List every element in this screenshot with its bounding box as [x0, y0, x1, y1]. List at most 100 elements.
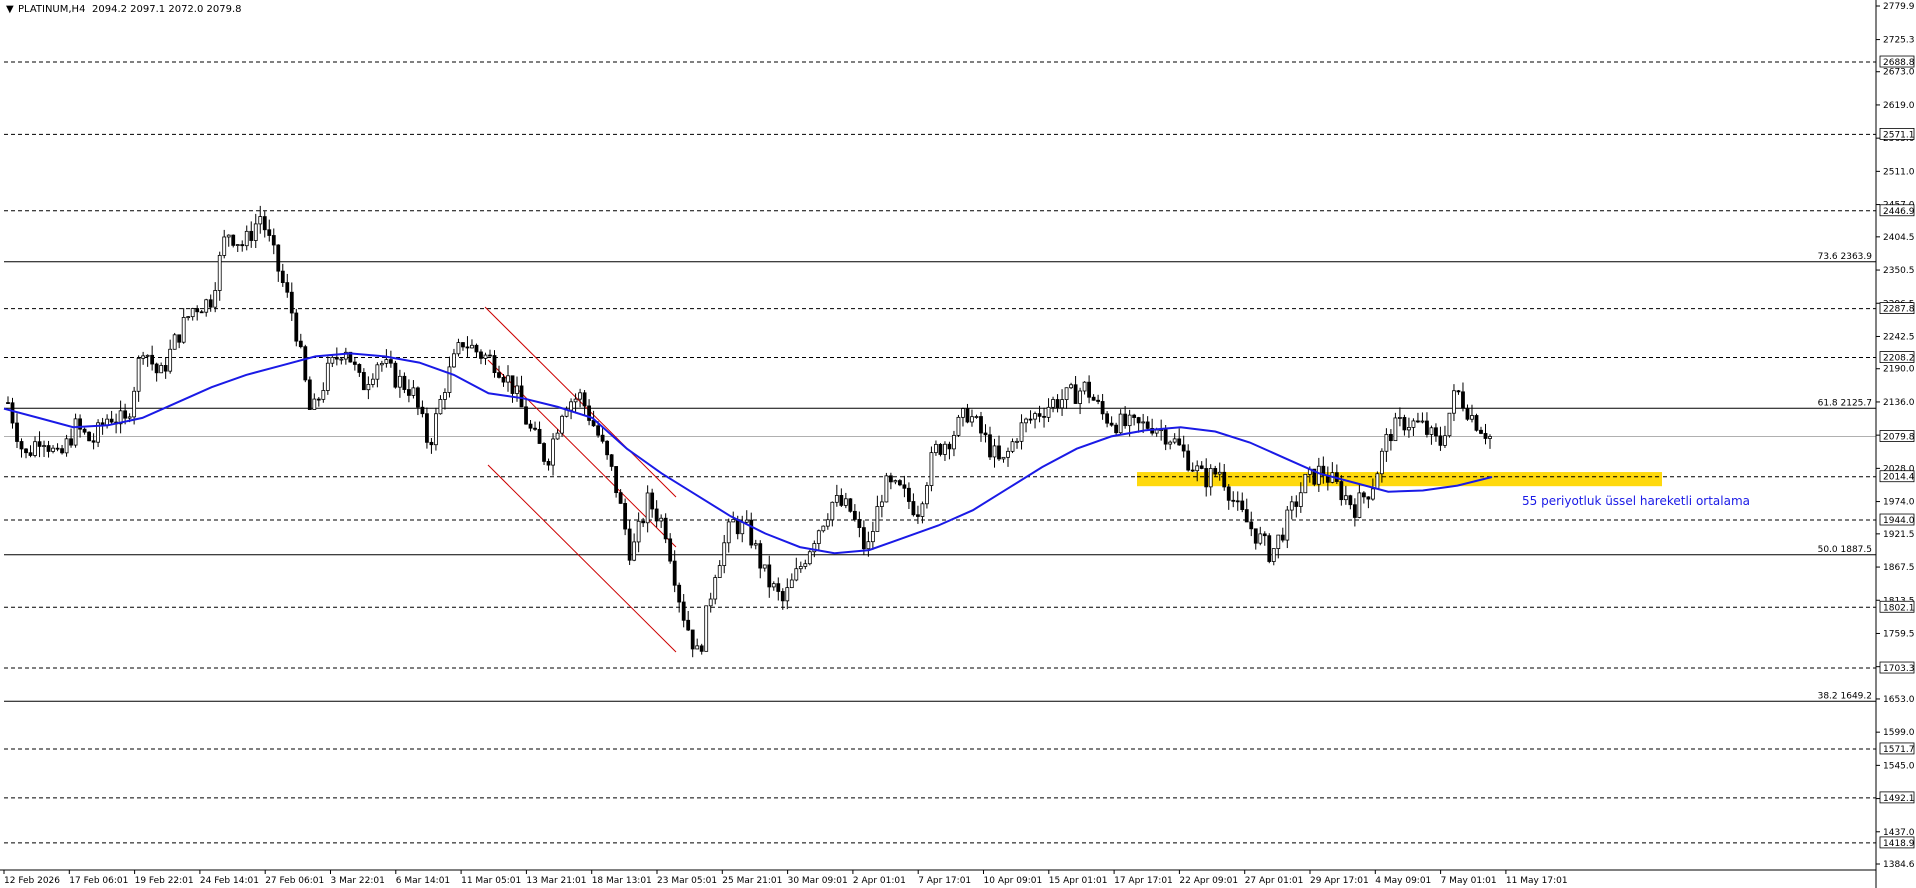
bull-candle-body: [1343, 495, 1348, 501]
bull-candle-body: [753, 543, 758, 546]
bear-candle-body: [587, 405, 591, 421]
bull-candle-body: [1154, 429, 1159, 434]
candle: [560, 414, 564, 437]
bear-candle-body: [911, 501, 916, 516]
bear-candle-body: [1163, 429, 1168, 445]
bear-candle-body: [605, 440, 610, 456]
bear-candle-body: [109, 418, 114, 423]
candle: [393, 360, 398, 389]
bull-candle-body: [1420, 420, 1425, 423]
bear-candle-body: [1213, 468, 1218, 475]
bull-candle-body: [560, 415, 564, 434]
bull-candle-body: [506, 375, 510, 383]
bull-candle-body: [1019, 422, 1024, 442]
time-tick-label: 15 Apr 01:01: [1049, 876, 1108, 886]
time-tick-label: 10 Apr 09:01: [984, 876, 1043, 886]
bear-candle-body: [668, 538, 673, 562]
bear-candle-body: [1348, 495, 1353, 506]
bull-candle-body: [569, 401, 573, 411]
level-price-label: 1492.1: [1883, 794, 1915, 804]
bull-candle-body: [834, 495, 839, 503]
bull-candle-body: [443, 392, 447, 400]
bull-candle-body: [952, 434, 956, 450]
bear-candle-body: [749, 519, 754, 546]
bear-candle-body: [510, 375, 515, 394]
bear-candle-body: [537, 428, 542, 444]
bear-candle-body: [1361, 492, 1366, 498]
bear-candle-body: [1262, 533, 1267, 537]
bear-candle-body: [600, 434, 605, 442]
bull-candle-body: [632, 541, 637, 561]
bear-candle-body: [1366, 496, 1371, 500]
bull-candle-body: [961, 408, 965, 418]
bull-candle-body: [934, 443, 938, 454]
bull-candle-body: [740, 521, 745, 535]
bear-candle-body: [150, 354, 155, 365]
price-tick-label: 2242.5: [1883, 332, 1915, 342]
bear-candle-body: [582, 392, 587, 407]
price-tick-label: 2779.9: [1883, 2, 1915, 12]
bear-candle-body: [474, 344, 479, 353]
bull-candle-body: [379, 362, 384, 366]
bear-candle-body: [907, 487, 911, 502]
bear-candle-body: [1186, 450, 1191, 471]
bear-candle-body: [1483, 433, 1488, 439]
bear-candle-body: [416, 387, 420, 408]
bear-candle-body: [1352, 504, 1357, 518]
bull-candle-body: [452, 353, 456, 368]
bull-candle-body: [51, 447, 55, 452]
bear-candle-body: [983, 432, 988, 436]
bear-candle-body: [91, 440, 96, 443]
bear-candle-body: [488, 354, 492, 357]
bull-candle-body: [722, 542, 727, 566]
bear-candle-body: [420, 406, 425, 415]
bear-candle-body: [1177, 438, 1182, 446]
bear-candle-body: [857, 519, 862, 528]
bull-candle-body: [816, 530, 821, 544]
bull-candle-body: [1168, 441, 1173, 445]
bull-candle-body: [375, 364, 380, 380]
bear-candle-body: [37, 441, 42, 447]
time-tick-label: 7 Apr 17:01: [918, 876, 971, 886]
bull-candle-body: [136, 357, 141, 392]
collapse-triangle-icon[interactable]: ▼: [6, 4, 14, 15]
bull-candle-body: [330, 356, 335, 364]
bear-candle-body: [492, 355, 497, 374]
time-tick-label: 24 Feb 14:01: [200, 876, 259, 886]
bear-candle-body: [1294, 501, 1299, 507]
time-tick-label: 11 May 17:01: [1506, 876, 1568, 886]
bull-candle-body: [1118, 413, 1123, 434]
price-chart[interactable]: ▼ PLATINUM,H4 2094.2 2097.1 2072.0 2079.…: [0, 0, 1916, 888]
bear-candle-body: [195, 308, 200, 313]
bear-candle-body: [916, 514, 920, 517]
bull-candle-body: [172, 334, 177, 350]
bear-candle-body: [686, 619, 691, 631]
level-price-label: 2688.8: [1883, 58, 1915, 68]
bull-candle-body: [789, 579, 794, 589]
bull-candle-body: [141, 355, 146, 359]
bull-candle-body: [226, 234, 231, 238]
candle: [542, 442, 546, 465]
bear-candle-body: [249, 230, 254, 241]
bear-candle-body: [15, 422, 19, 442]
bull-candle-body: [821, 525, 826, 532]
bear-candle-body: [641, 520, 646, 524]
bear-candle-body: [303, 346, 308, 381]
candle: [425, 407, 429, 449]
bull-candle-body: [1411, 420, 1416, 428]
bear-candle-body: [1456, 390, 1461, 393]
bear-candle-body: [1244, 509, 1249, 523]
bull-candle-body: [726, 521, 731, 544]
bull-candle-body: [190, 308, 195, 318]
bull-candle-body: [798, 566, 803, 570]
bull-candle-body: [879, 501, 884, 507]
candle: [956, 414, 961, 437]
candle: [231, 234, 236, 248]
bear-candle-body: [1479, 429, 1483, 434]
price-tick-label: 2350.5: [1883, 266, 1915, 276]
bear-candle-body: [1465, 407, 1470, 420]
bear-candle-body: [1096, 399, 1101, 402]
bear-candle-body: [938, 443, 943, 455]
candle: [1447, 412, 1452, 438]
candle: [434, 407, 438, 451]
